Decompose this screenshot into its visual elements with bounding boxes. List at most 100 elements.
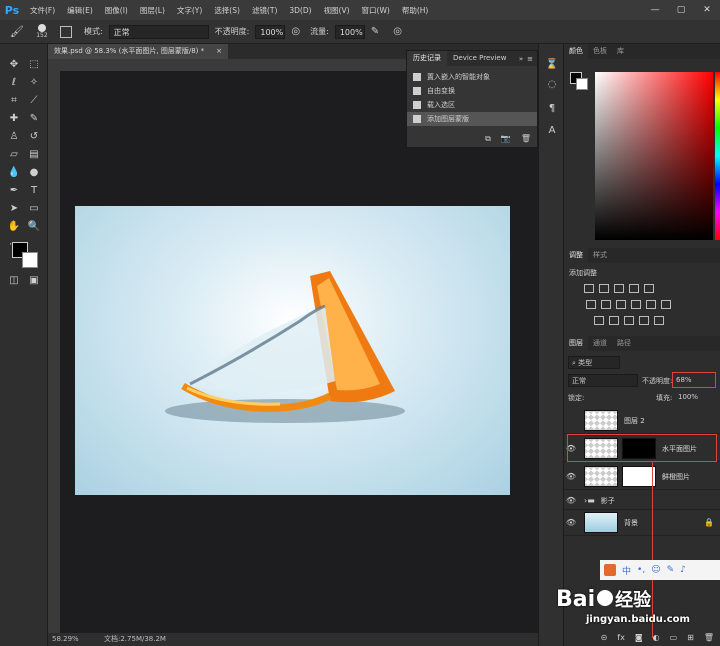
layer-row[interactable]: 👁 鲜橙图片 [564, 464, 720, 490]
history-state[interactable]: 自由变换 [407, 84, 537, 98]
blur-icon[interactable]: 💧 [6, 166, 22, 180]
history-panel-icon[interactable]: ⌛ [544, 58, 560, 72]
paragraph-icon[interactable]: ¶ [544, 102, 560, 116]
photo-filter-icon[interactable] [631, 300, 641, 309]
opacity-field[interactable]: 100% [255, 24, 286, 39]
add-mask-icon[interactable]: ◙ [635, 633, 643, 642]
fx-icon[interactable]: fx [617, 633, 625, 642]
background-color-swatch[interactable] [22, 252, 38, 268]
brush-panel-icon[interactable] [59, 25, 72, 38]
eye-icon[interactable]: 👁 [564, 472, 578, 481]
quick-mask-icon[interactable]: ◫ [6, 274, 22, 288]
ime-mic-icon[interactable]: ♪ [680, 565, 686, 575]
magic-wand-icon[interactable]: ✧ [26, 76, 42, 90]
menu-select[interactable]: 选择(S) [208, 5, 246, 16]
hue-saturation-icon[interactable] [586, 300, 596, 309]
layer-mask-thumbnail[interactable] [622, 466, 656, 487]
document-canvas[interactable] [75, 206, 510, 495]
levels-icon[interactable] [599, 284, 609, 293]
menu-image[interactable]: 图像(I) [99, 5, 134, 16]
exposure-icon[interactable] [629, 284, 639, 293]
curves-icon[interactable] [614, 284, 624, 293]
brush-tool-icon[interactable]: 🖌 [10, 25, 24, 38]
dodge-icon[interactable]: ● [26, 166, 42, 180]
tab-styles[interactable]: 样式 [588, 248, 612, 263]
color-lookup-icon[interactable] [661, 300, 671, 309]
link-layers-icon[interactable]: ⊝ [601, 633, 608, 642]
flow-field[interactable]: 100% [334, 24, 365, 39]
zoom-tool-icon[interactable]: 🔍 [26, 220, 42, 234]
rectangle-tool-icon[interactable]: ▭ [26, 202, 42, 216]
ime-settings-icon[interactable]: ✎ [667, 565, 675, 575]
history-brush-icon[interactable]: ↺ [26, 130, 42, 144]
bg-color-chip[interactable] [576, 78, 588, 90]
document-tab[interactable]: 效果.psd @ 58.3% (水平面图片, 图层蒙版/8) * × [48, 44, 228, 59]
posterize-icon[interactable] [609, 316, 619, 325]
menu-filter[interactable]: 滤镜(T) [246, 5, 283, 16]
hue-slider[interactable] [715, 72, 720, 240]
close-document-icon[interactable]: × [216, 44, 222, 59]
pressure-opacity-icon[interactable]: ◎ [291, 26, 300, 37]
device-preview-icon[interactable]: ◌ [544, 78, 560, 92]
eye-icon[interactable]: 👁 [564, 518, 578, 527]
layer-filter-kind[interactable]: ⌕ 类型 [568, 356, 620, 369]
color-balance-icon[interactable] [601, 300, 611, 309]
lasso-tool-icon[interactable]: ℓ [6, 76, 22, 90]
color-spectrum[interactable] [595, 72, 713, 240]
ime-toolbar[interactable]: 中 •, ☺ ✎ ♪ [600, 560, 720, 580]
clone-stamp-icon[interactable]: ♙ [6, 130, 22, 144]
tab-history[interactable]: 历史记录 [407, 51, 447, 66]
marquee-tool-icon[interactable]: ⬚ [26, 58, 42, 72]
vibrance-icon[interactable] [644, 284, 654, 293]
delete-state-icon[interactable]: 🗑 [521, 134, 531, 144]
invert-icon[interactable] [594, 316, 604, 325]
menu-type[interactable]: 文字(Y) [171, 5, 208, 16]
selective-color-icon[interactable] [639, 316, 649, 325]
new-adjustment-icon[interactable]: ◐ [653, 633, 660, 642]
hand-tool-icon[interactable]: ✋ [6, 220, 22, 234]
panel-collapse-icon[interactable]: » [519, 55, 527, 63]
tab-color[interactable]: 颜色 [564, 44, 588, 59]
menu-help[interactable]: 帮助(H) [396, 5, 435, 16]
pen-icon[interactable]: ✒ [6, 184, 22, 198]
blend-mode-select[interactable]: 正常 [568, 374, 638, 387]
tab-paths[interactable]: 路径 [612, 336, 636, 351]
airbrush-icon[interactable]: ✎ [371, 26, 379, 37]
ime-mode[interactable]: 中 [622, 564, 631, 577]
channel-mixer-icon[interactable] [646, 300, 656, 309]
mode-select[interactable]: 正常 [108, 24, 209, 39]
menu-3d[interactable]: 3D(D) [283, 6, 317, 15]
fill-field[interactable]: 100% [678, 393, 698, 401]
brightness-contrast-icon[interactable] [584, 284, 594, 293]
tab-adjustments[interactable]: 调整 [564, 248, 588, 263]
ime-emoji-icon[interactable]: ☺ [651, 565, 660, 575]
character-icon[interactable]: A [544, 124, 560, 138]
folder-icon[interactable]: ›▬ [584, 496, 595, 505]
brush-icon[interactable]: ✎ [26, 112, 42, 126]
move-tool-icon[interactable]: ✥ [6, 58, 22, 72]
tab-libraries[interactable]: 库 [612, 44, 629, 59]
new-layer-icon[interactable]: ⊞ [687, 633, 694, 642]
layer-group-row[interactable]: 👁 ›▬ 影子 [564, 492, 720, 510]
crop-tool-icon[interactable]: ⌗ [6, 94, 22, 108]
tab-device-preview[interactable]: Device Preview [447, 51, 512, 66]
layer-row[interactable]: 图层 2 [564, 408, 720, 434]
history-state[interactable]: 置入嵌入的智能对象 [407, 70, 537, 84]
layer-row[interactable]: 👁 背景 🔒 [564, 510, 720, 536]
ime-punct-icon[interactable]: •, [637, 565, 645, 575]
gradient-map-icon[interactable] [654, 316, 664, 325]
menu-edit[interactable]: 编辑(E) [61, 5, 99, 16]
healing-brush-icon[interactable]: ✚ [6, 112, 22, 126]
type-tool-icon[interactable]: T [26, 184, 42, 198]
eyedropper-icon[interactable]: ⟋ [26, 94, 42, 108]
panel-menu-icon[interactable]: ≡ [527, 55, 537, 63]
threshold-icon[interactable] [624, 316, 634, 325]
screen-mode-icon[interactable]: ▣ [26, 274, 42, 288]
pressure-size-icon[interactable]: ◎ [393, 26, 402, 37]
tab-layers[interactable]: 图层 [564, 336, 588, 351]
new-document-from-state-icon[interactable]: ⧉ [485, 134, 491, 144]
zoom-level[interactable]: 58.29% [52, 633, 79, 646]
minimize-button[interactable]: — [642, 0, 668, 20]
new-group-icon[interactable]: ▭ [670, 633, 678, 642]
black-white-icon[interactable] [616, 300, 626, 309]
